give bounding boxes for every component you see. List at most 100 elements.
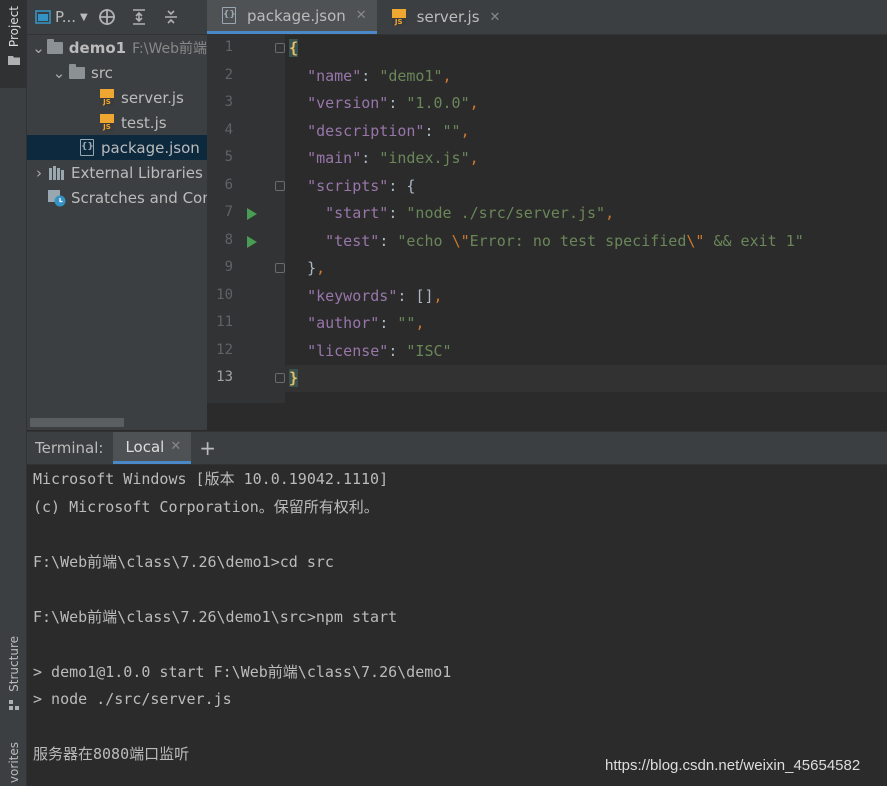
tree-item-src[interactable]: ⌄ src (27, 60, 207, 85)
code-line: "main": "index.js", (307, 149, 479, 167)
tree-item-label: src (91, 63, 113, 82)
project-tool-tab[interactable]: Project (0, 0, 27, 88)
watermark: https://blog.csdn.net/weixin_45654582 (605, 757, 861, 774)
terminal-tab-label: Local (125, 437, 165, 456)
line-number: 6 (224, 177, 233, 193)
line-number: 5 (224, 149, 233, 165)
fold-marker-icon[interactable] (275, 43, 285, 53)
editor-gutter: 1 2 3 4 5 6 7 8 9 10 11 12 13 (207, 35, 285, 403)
line-number: 9 (224, 259, 233, 275)
structure-icon (8, 699, 19, 710)
terminal-line: > demo1@1.0.0 start F:\Web前端\class\7.26\… (33, 662, 452, 681)
tree-item-label: package.json (101, 138, 200, 157)
libraries-icon (47, 164, 67, 182)
tree-item-path-hint: F:\Web前端 (132, 40, 207, 57)
chevron-right-icon[interactable]: › (31, 164, 47, 182)
line-number: 10 (216, 287, 233, 303)
add-terminal-icon[interactable]: + (191, 432, 224, 464)
code-line: "author": "", (307, 314, 425, 332)
tab-server-js[interactable]: JS server.js ✕ (377, 0, 511, 34)
line-number: 8 (224, 232, 233, 248)
folder-icon (7, 56, 20, 66)
terminal-output[interactable]: Microsoft Windows [版本 10.0.19042.1110] (… (33, 466, 883, 769)
project-panel: P... ▼ ⌄ demo1 F:\Web前端 ⌄ src JS server.… (27, 0, 207, 430)
fold-marker-icon[interactable] (275, 373, 285, 383)
code-line: { (289, 39, 299, 57)
code-line: "version": "1.0.0", (307, 94, 479, 112)
terminal-title: Terminal: (35, 439, 104, 457)
project-toolbar: P... ▼ (27, 0, 207, 35)
project-tool-tab-label: Project (6, 6, 21, 48)
close-icon[interactable]: ✕ (356, 8, 367, 23)
tree-item-test-js[interactable]: JS test.js (27, 110, 207, 135)
tree-item-label: server.js (121, 88, 184, 107)
tree-item-label: External Libraries (71, 163, 203, 182)
js-file-icon: JS (389, 8, 409, 26)
close-icon[interactable]: ✕ (170, 439, 181, 454)
line-number: 3 (224, 94, 233, 110)
js-file-icon: JS (97, 114, 117, 132)
collapse-all-icon[interactable] (158, 4, 184, 30)
run-script-start-icon[interactable] (247, 208, 257, 220)
line-number: 1 (224, 39, 233, 55)
code-line: "keywords": [], (307, 287, 443, 305)
editor: {} package.json ✕ JS server.js ✕ 1 2 3 4… (207, 0, 887, 430)
tree-item-label: test.js (121, 113, 167, 132)
code-line-current: } (285, 365, 887, 392)
terminal-line: F:\Web前端\class\7.26\demo1\src>npm start (33, 607, 398, 626)
expand-all-icon[interactable] (126, 4, 152, 30)
line-number: 12 (216, 342, 233, 358)
tree-item-scratches[interactable]: Scratches and Con (27, 185, 207, 210)
favorites-tool-tab-label: vorites (6, 742, 21, 784)
js-file-icon: JS (97, 89, 117, 107)
tree-item-server-js[interactable]: JS server.js (27, 85, 207, 110)
close-icon[interactable]: ✕ (490, 10, 501, 25)
scratches-icon (47, 189, 67, 207)
code-line: "start": "node ./src/server.js", (325, 204, 615, 222)
terminal-line: (c) Microsoft Corporation。保留所有权利。 (33, 497, 379, 516)
chevron-down-icon[interactable]: ⌄ (31, 39, 46, 57)
terminal-line: F:\Web前端\class\7.26\demo1>cd src (33, 552, 334, 571)
code-line: }, (307, 259, 326, 277)
chevron-down-icon[interactable]: ⌄ (51, 64, 67, 82)
code-line: "test": "echo \"Error: no test specified… (325, 232, 804, 250)
tree-item-package-json[interactable]: {} package.json (27, 135, 207, 160)
tree-item-label: Scratches and Con (71, 188, 207, 207)
run-script-test-icon[interactable] (247, 236, 257, 248)
folder-icon (67, 63, 87, 82)
code-area[interactable]: { "name": "demo1", "version": "1.0.0", "… (285, 35, 887, 403)
tab-package-json[interactable]: {} package.json ✕ (207, 0, 377, 34)
terminal-panel: Terminal: Local ✕ + Microsoft Windows [版… (27, 431, 887, 786)
tree-item-external-libraries[interactable]: › External Libraries (27, 160, 207, 185)
structure-tool-tab[interactable]: Structure (0, 636, 27, 718)
editor-tab-bar: {} package.json ✕ JS server.js ✕ (207, 0, 887, 35)
line-number: 7 (224, 204, 233, 220)
line-number: 2 (224, 67, 233, 83)
favorites-tool-tab[interactable]: vorites (0, 742, 27, 786)
terminal-line: Microsoft Windows [版本 10.0.19042.1110] (33, 470, 389, 488)
project-view-icon (35, 10, 51, 24)
structure-tool-tab-label: Structure (6, 636, 21, 692)
code-line: "description": "", (307, 122, 470, 140)
fold-marker-icon[interactable] (275, 263, 285, 273)
json-file-icon: {} (219, 7, 239, 25)
terminal-tab-bar: Terminal: Local ✕ + (27, 432, 887, 465)
horizontal-scrollbar[interactable] (30, 418, 124, 427)
view-selector[interactable]: P... ▼ (35, 8, 88, 26)
tree-item-label: demo1 (68, 38, 127, 57)
json-file-icon: {} (77, 139, 97, 157)
fold-marker-icon[interactable] (275, 181, 285, 191)
tab-terminal-local[interactable]: Local ✕ (113, 432, 192, 464)
tree-item-demo1[interactable]: ⌄ demo1 F:\Web前端 (27, 35, 207, 60)
locate-icon[interactable] (94, 4, 120, 30)
dropdown-icon: ▼ (80, 11, 88, 23)
code-line: "scripts": { (307, 177, 416, 195)
line-number: 13 (216, 369, 233, 385)
editor-bottom-spacer (207, 403, 887, 430)
code-line: "name": "demo1", (307, 67, 452, 85)
line-number: 11 (216, 314, 233, 330)
code-line: "license": "ISC" (307, 342, 452, 360)
